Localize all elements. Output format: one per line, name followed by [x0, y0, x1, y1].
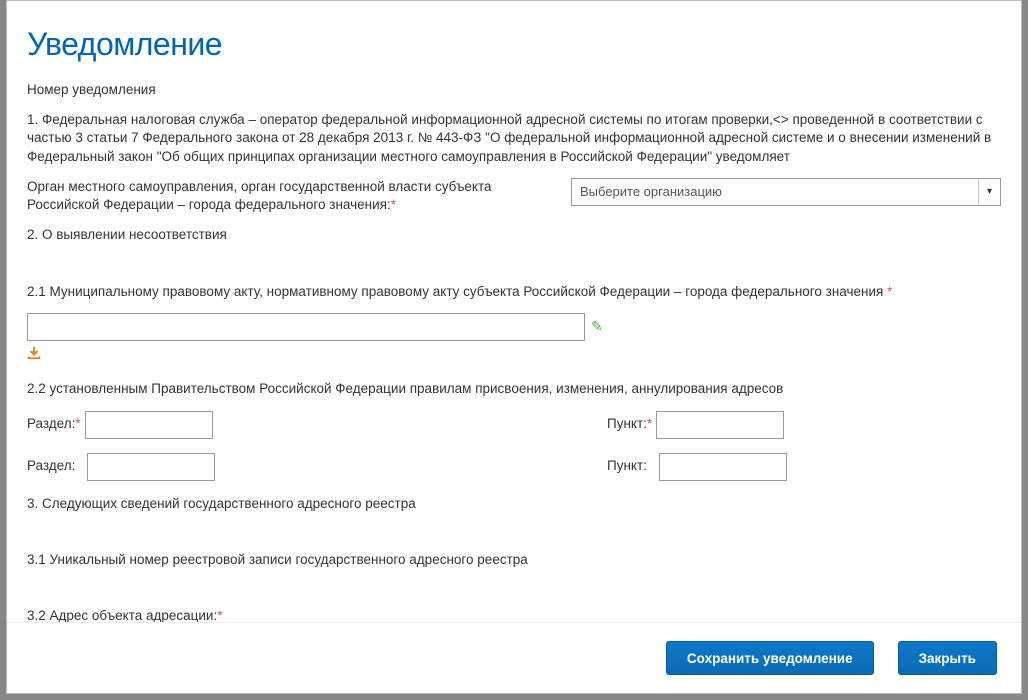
act-input[interactable]	[27, 313, 585, 341]
para-2: 2. О выявлении несоответствия	[27, 226, 1001, 244]
modal-title: Уведомление	[7, 1, 1021, 73]
required-asterisk: *	[887, 284, 892, 299]
point-input-1[interactable]	[656, 411, 784, 439]
edit-icon[interactable]: ✎	[591, 317, 603, 336]
para-3-2: 3.2 Адрес объекта адресации:*	[27, 607, 1001, 622]
section-label-2: Раздел:	[27, 457, 75, 475]
para-3: 3. Следующих сведений государственного а…	[27, 495, 1001, 513]
section-label-1: Раздел:*	[27, 415, 81, 433]
download-icon[interactable]	[27, 345, 41, 367]
organ-label: Орган местного самоуправления, орган гос…	[27, 178, 541, 214]
modal-body[interactable]: Номер уведомления 1. Федеральная налогов…	[7, 73, 1021, 622]
point-label-2: Пункт:	[607, 457, 647, 475]
organization-select-placeholder: Выберите организацию	[580, 183, 978, 201]
save-button[interactable]: Сохранить уведомление	[666, 641, 874, 675]
point-label-1: Пункт:*	[607, 415, 652, 433]
para-3-1: 3.1 Уникальный номер реестровой записи г…	[27, 551, 1001, 569]
required-asterisk: *	[391, 197, 396, 212]
para-1: 1. Федеральная налоговая служба – операт…	[27, 111, 1001, 166]
chevron-down-icon: ▾	[978, 179, 992, 205]
organization-select[interactable]: Выберите организацию ▾	[571, 178, 1001, 206]
notification-modal: Уведомление Номер уведомления 1. Федерал…	[6, 0, 1022, 694]
section-input-2[interactable]	[87, 453, 215, 481]
section-input-1[interactable]	[85, 411, 213, 439]
close-button[interactable]: Закрыть	[898, 641, 997, 675]
modal-footer: Сохранить уведомление Закрыть	[7, 622, 1021, 693]
para-2-2: 2.2 установленным Правительством Российс…	[27, 380, 1001, 398]
para-2-1: 2.1 Муниципальному правовому акту, норма…	[27, 283, 1001, 301]
required-asterisk: *	[217, 608, 222, 622]
point-input-2[interactable]	[659, 453, 787, 481]
notification-number-label: Номер уведомления	[27, 81, 1001, 99]
